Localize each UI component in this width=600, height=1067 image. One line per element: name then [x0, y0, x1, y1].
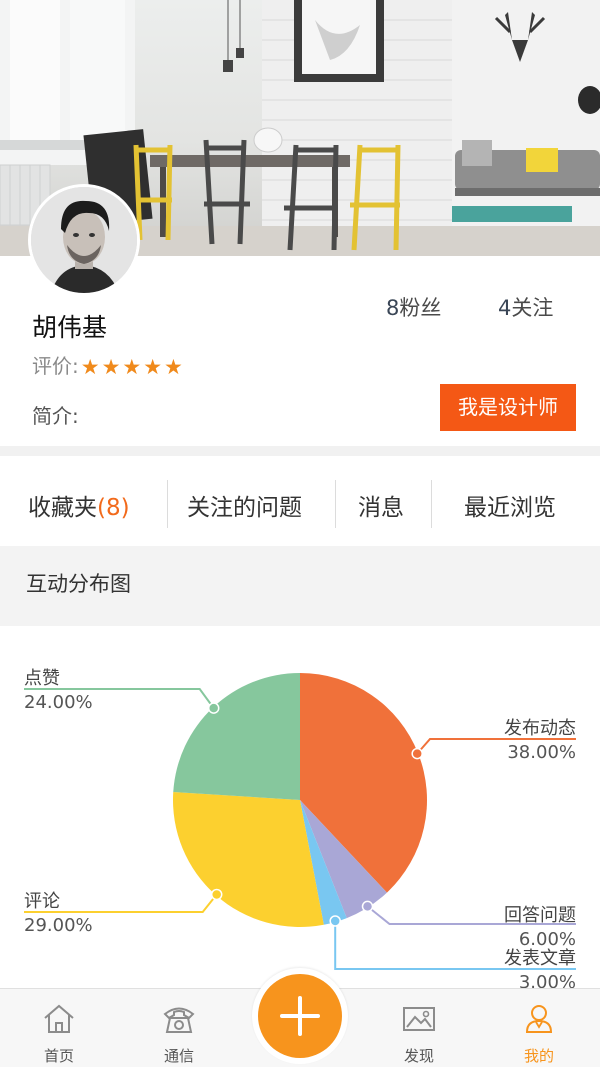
- favorites-count: (8): [97, 495, 130, 521]
- pie-chart-svg: 发布动态 38.00% 回答问题 6.00%发表文章 3.00% 评论 29.00% 点赞 24…: [24, 668, 576, 988]
- profile-tabs: 收藏夹(8) 关注的问题 消息 最近浏览: [0, 456, 600, 546]
- image-icon: [403, 1007, 435, 1031]
- add-button[interactable]: [258, 974, 342, 1058]
- avatar-portrait: [31, 187, 137, 293]
- tab-messages[interactable]: 消息: [358, 488, 404, 522]
- pie-slice-value: 24.00%: [24, 692, 93, 713]
- nav-communication-label: 通信: [163, 1047, 194, 1065]
- tab-recently-viewed[interactable]: 最近浏览: [464, 488, 556, 522]
- rating-row: 评价:★★★★★: [32, 350, 185, 379]
- nav-discover-label: 发现: [403, 1047, 434, 1065]
- fans-count: 8: [386, 296, 400, 320]
- tab-followed-questions[interactable]: 关注的问题: [187, 488, 302, 522]
- fans-label: 粉丝: [399, 296, 442, 320]
- nav-discover[interactable]: 发现: [374, 989, 464, 1067]
- i-am-designer-button[interactable]: 我是设计师: [440, 384, 576, 431]
- pie-leader-dot: [210, 888, 223, 901]
- pie-slice-label: 发表文章: [504, 948, 576, 969]
- fans-stat[interactable]: 8粉丝: [386, 292, 441, 322]
- nav-home-label: 首页: [43, 1047, 74, 1065]
- pie-leader-dot: [329, 915, 341, 927]
- nav-home[interactable]: 首页: [14, 989, 104, 1067]
- nav-communication[interactable]: 通信: [134, 989, 224, 1067]
- following-count: 4: [498, 296, 512, 320]
- pie-slice: [172, 792, 324, 928]
- user-icon: [525, 1005, 553, 1033]
- pie-slice-label: 回答问题: [504, 905, 576, 926]
- pie-slice: [173, 673, 300, 800]
- section-header: 互动分布图: [0, 546, 600, 626]
- profile-screen: 8粉丝 4关注 胡伟基 评价:★★★★★ 简介: 我是设计师 收藏夹(8) 关注…: [0, 0, 600, 1067]
- tab-favorites-label: 收藏夹: [28, 495, 97, 521]
- nav-me-label: 我的: [523, 1047, 554, 1065]
- pie-leader-dot: [361, 900, 374, 913]
- pie-slice-label: 评论: [24, 891, 60, 912]
- following-label: 关注: [511, 296, 554, 320]
- pie-leader-dot: [411, 747, 423, 760]
- following-stat[interactable]: 4关注: [498, 292, 553, 322]
- pie-slice-value: 29.00%: [24, 915, 93, 936]
- section-title: 互动分布图: [26, 572, 131, 596]
- pie-slice-value: 6.00%: [519, 929, 576, 950]
- section-divider: [0, 446, 600, 456]
- user-avatar[interactable]: [28, 184, 140, 296]
- user-name: 胡伟基: [32, 313, 108, 342]
- tab-divider: [335, 480, 336, 528]
- pie-slice-value: 38.00%: [507, 742, 576, 763]
- intro-label: 简介:: [32, 404, 79, 428]
- interaction-pie-chart: 发布动态 38.00% 回答问题 6.00% 发表文章 3.00% 评论 29.00% 点赞 24…: [0, 626, 600, 988]
- star-rating-icons: ★★★★★: [80, 355, 185, 379]
- tab-favorites[interactable]: 收藏夹(8): [28, 488, 130, 522]
- phone-icon: [163, 1007, 195, 1033]
- rating-label: 评价:: [32, 354, 79, 378]
- tab-divider: [167, 480, 168, 528]
- pie-slice-value: 3.00%: [519, 972, 576, 988]
- pie-slice-label: 点赞: [24, 668, 60, 689]
- home-icon: [44, 1004, 74, 1033]
- nav-me[interactable]: 我的: [494, 989, 584, 1067]
- tab-divider: [431, 480, 432, 528]
- pie-slice-label: 发布动态: [504, 718, 576, 739]
- pie-leader-dot: [207, 702, 220, 714]
